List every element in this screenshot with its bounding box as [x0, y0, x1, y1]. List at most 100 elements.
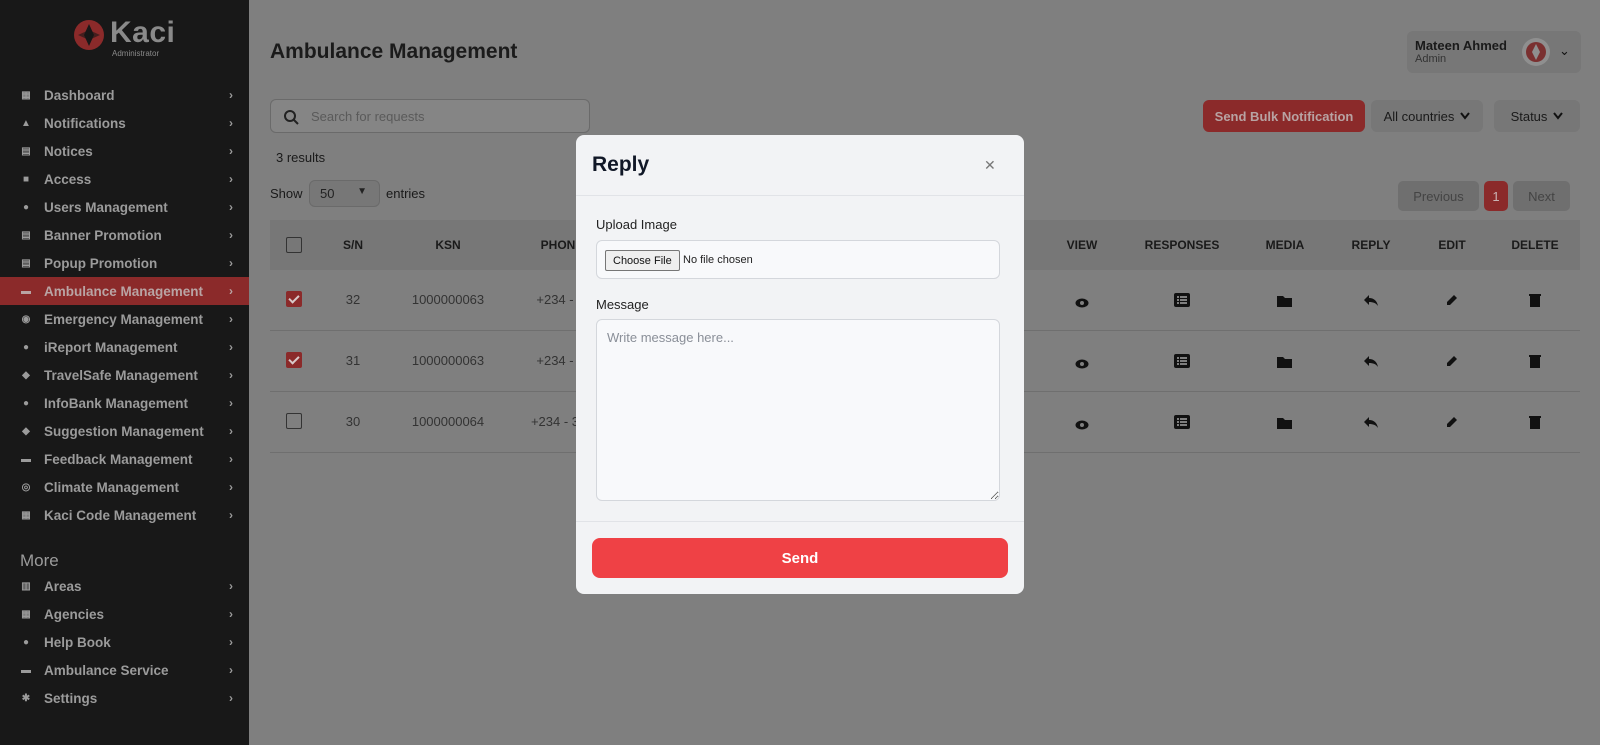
sidebar-item-banner-promotion[interactable]: ▤ Banner Promotion › — [0, 221, 249, 249]
sidebar-item-ambulance-management[interactable]: ▬ Ambulance Management › — [0, 277, 249, 305]
sidebar-item-emergency-management[interactable]: ◉ Emergency Management › — [0, 305, 249, 333]
close-icon[interactable]: ✕ — [984, 157, 996, 174]
col-view: VIEW — [1066, 238, 1098, 252]
folder-icon[interactable] — [1277, 355, 1293, 373]
building-icon: ▦ — [21, 608, 31, 620]
page-1-button[interactable]: 1 — [1484, 181, 1508, 211]
sidebar-item-feedback-management[interactable]: ▬ Feedback Management › — [0, 445, 249, 473]
cell-sn: 31 — [345, 353, 361, 368]
col-sn: S/N — [342, 238, 364, 252]
sidebar-more-nav: ▥ Areas › ▦ Agencies › ● Help Book › ▬ Ambulance S… — [0, 572, 249, 712]
sidebar-item-label: Climate Management — [44, 479, 180, 495]
sidebar-item-label: Banner Promotion — [44, 227, 162, 243]
previous-page-button[interactable]: Previous — [1398, 181, 1479, 211]
sidebar-item-dashboard[interactable]: ▦ Dashboard › — [0, 81, 249, 109]
info-icon: ● — [22, 397, 30, 409]
trash-icon[interactable] — [1529, 354, 1541, 373]
sidebar-item-ireport-management[interactable]: ● iReport Management › — [0, 333, 249, 361]
cell-sn: 30 — [345, 414, 361, 429]
select-all-checkbox[interactable] — [286, 237, 302, 253]
chevron-right-icon: › — [229, 228, 233, 242]
cell-ksn: 1000000063 — [411, 353, 485, 368]
show-label: Show — [270, 186, 303, 201]
upload-image-field[interactable]: Choose File No file chosen — [596, 240, 1000, 279]
sidebar-item-agencies[interactable]: ▦ Agencies › — [0, 600, 249, 628]
chevron-right-icon: › — [229, 691, 233, 705]
status-filter[interactable]: Status — [1494, 100, 1580, 132]
message-textarea[interactable] — [596, 319, 1000, 501]
sidebar-item-label: Kaci Code Management — [44, 507, 197, 523]
row-checkbox[interactable] — [286, 352, 302, 368]
sidebar-item-suggestion-management[interactable]: ◆ Suggestion Management › — [0, 417, 249, 445]
emergency-icon: ◉ — [21, 313, 31, 325]
list-icon[interactable] — [1174, 415, 1190, 434]
next-page-button[interactable]: Next — [1513, 181, 1570, 211]
search-box — [270, 99, 590, 133]
edit-icon[interactable] — [1445, 293, 1459, 312]
choose-file-button[interactable]: Choose File — [605, 250, 680, 271]
edit-icon[interactable] — [1445, 354, 1459, 373]
sidebar-item-notifications[interactable]: ▲ Notifications › — [0, 109, 249, 137]
sidebar-item-popup-promotion[interactable]: ▤ Popup Promotion › — [0, 249, 249, 277]
sidebar-item-climate-management[interactable]: ◎ Climate Management › — [0, 473, 249, 501]
col-media: MEDIA — [1265, 238, 1305, 252]
sidebar-item-notices[interactable]: ▤ Notices › — [0, 137, 249, 165]
cell-phone: +234 - 3 — [530, 414, 580, 429]
page-title: Ambulance Management — [270, 40, 518, 63]
sidebar-item-areas[interactable]: ▥ Areas › — [0, 572, 249, 600]
sidebar-item-settings[interactable]: ✱ Settings › — [0, 684, 249, 712]
brand-name: Kaci — [110, 16, 176, 49]
user-icon: ● — [22, 201, 30, 213]
caret-down-icon: ▼ — [357, 186, 367, 197]
user-menu[interactable]: Mateen Ahmed Admin ⌄ — [1407, 31, 1581, 73]
sidebar-item-help-book[interactable]: ● Help Book › — [0, 628, 249, 656]
col-edit: EDIT — [1438, 238, 1466, 252]
entries-label: entries — [386, 186, 426, 201]
modal-divider — [576, 521, 1024, 522]
sidebar-item-users-management[interactable]: ● Users Management › — [0, 193, 249, 221]
reply-icon[interactable] — [1363, 293, 1379, 312]
chevron-right-icon: › — [229, 663, 233, 677]
trash-icon[interactable] — [1529, 415, 1541, 434]
list-icon[interactable] — [1174, 354, 1190, 373]
sidebar-item-ambulance-service[interactable]: ▬ Ambulance Service › — [0, 656, 249, 684]
trash-icon[interactable] — [1529, 293, 1541, 312]
chevron-down-icon: ⌄ — [1559, 43, 1570, 58]
sidebar-item-travelsafe-management[interactable]: ◆ TravelSafe Management › — [0, 361, 249, 389]
chevron-right-icon: › — [229, 480, 233, 494]
folder-icon[interactable] — [1277, 416, 1293, 434]
eye-icon[interactable] — [1075, 295, 1089, 313]
reply-icon[interactable] — [1363, 354, 1379, 373]
page-size-select[interactable]: 50 ▼ — [309, 180, 380, 207]
search-input[interactable] — [311, 106, 571, 126]
send-bulk-notification-button[interactable]: Send Bulk Notification — [1203, 100, 1365, 132]
bell-icon: ▲ — [21, 117, 31, 129]
chevron-right-icon: › — [229, 116, 233, 130]
chevron-right-icon: › — [229, 312, 233, 326]
row-checkbox[interactable] — [286, 291, 302, 307]
eye-icon[interactable] — [1075, 356, 1089, 374]
send-button[interactable]: Send — [592, 538, 1008, 578]
code-icon: ▦ — [21, 509, 31, 521]
col-ksn: KSN — [435, 238, 461, 252]
reply-icon[interactable] — [1363, 415, 1379, 434]
country-filter[interactable]: All countries — [1371, 100, 1483, 132]
sidebar-item-label: Notifications — [44, 115, 126, 131]
sidebar-item-label: TravelSafe Management — [44, 367, 198, 383]
chevron-right-icon: › — [229, 172, 233, 186]
map-icon: ▥ — [21, 580, 31, 592]
eye-icon[interactable] — [1075, 417, 1089, 435]
edit-icon[interactable] — [1445, 415, 1459, 434]
chevron-right-icon: › — [229, 256, 233, 270]
col-responses: RESPONSES — [1144, 238, 1220, 252]
reply-modal: Reply ✕ Upload Image Choose File No file… — [576, 135, 1024, 594]
folder-icon[interactable] — [1277, 294, 1293, 312]
chevron-right-icon: › — [229, 452, 233, 466]
list-icon[interactable] — [1174, 293, 1190, 312]
sidebar-item-label: Access — [44, 171, 92, 187]
sidebar-item-label: Agencies — [44, 606, 105, 622]
sidebar-item-kaci-code-management[interactable]: ▦ Kaci Code Management › — [0, 501, 249, 529]
sidebar-item-infobank-management[interactable]: ● InfoBank Management › — [0, 389, 249, 417]
sidebar-item-access[interactable]: ■ Access › — [0, 165, 249, 193]
row-checkbox[interactable] — [286, 413, 302, 429]
